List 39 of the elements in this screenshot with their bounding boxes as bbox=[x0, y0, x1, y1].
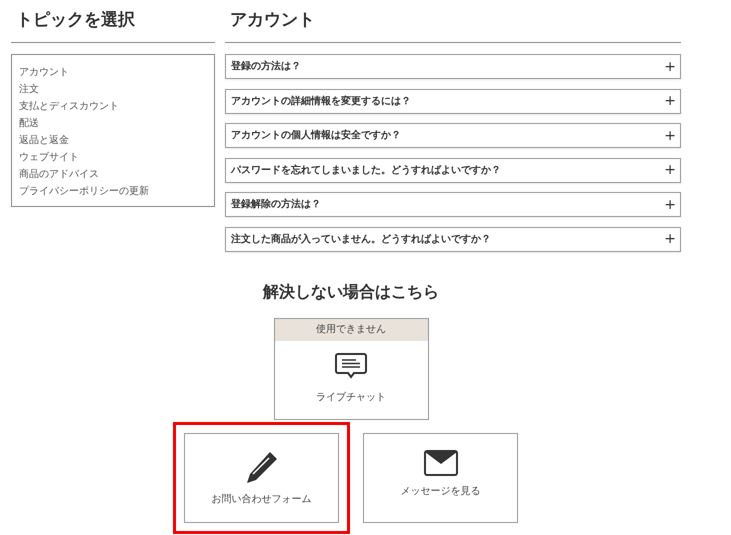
contact-option-card[interactable]: お問い合わせフォーム bbox=[184, 433, 339, 523]
section-heading: トピックを選択 bbox=[15, 9, 136, 32]
expand-icon: + bbox=[664, 128, 676, 142]
topic-link[interactable]: アカウント bbox=[19, 64, 69, 81]
topic-link[interactable]: 注文 bbox=[19, 81, 39, 98]
topic-link[interactable]: 支払とディスカウント bbox=[19, 98, 119, 115]
section-heading: アカウント bbox=[229, 9, 316, 32]
question-row[interactable]: 注文した商品が入っていません。どうすればよいですか？ + bbox=[225, 226, 681, 252]
topic-link[interactable]: 返品と返金 bbox=[19, 132, 69, 149]
expand-icon: + bbox=[664, 163, 676, 177]
expand-icon: + bbox=[664, 94, 676, 108]
chat-bubble-icon bbox=[335, 352, 367, 380]
option-label: メッセージを見る bbox=[400, 485, 480, 499]
expand-icon: + bbox=[664, 232, 676, 246]
question-row[interactable]: アカウントの詳細情報を変更するには？ + bbox=[225, 88, 681, 114]
topic-link[interactable]: 配送 bbox=[19, 115, 39, 132]
question-row[interactable]: 登録解除の方法は？ + bbox=[225, 192, 681, 217]
topic-link[interactable]: ウェブサイト bbox=[19, 149, 79, 166]
contact-option-card[interactable]: メッセージを見る bbox=[363, 433, 518, 523]
question-text: アカウントの個人情報は安全ですか？ bbox=[231, 128, 401, 143]
envelope-icon bbox=[424, 450, 458, 476]
contact-option-card[interactable]: 使用できません ライブチャット bbox=[274, 318, 428, 420]
status-banner: 使用できません bbox=[274, 319, 428, 341]
question-text: アカウントの詳細情報を変更するには？ bbox=[231, 94, 411, 108]
help-heading: 解決しない場合はこちら bbox=[262, 281, 440, 303]
question-row[interactable]: 登録の方法は？ + bbox=[225, 54, 681, 79]
question-row[interactable]: アカウントの個人情報は安全ですか？ + bbox=[225, 123, 681, 148]
option-label: ライブチャット bbox=[316, 390, 386, 405]
question-row[interactable]: パスワードを忘れてしまいました。どうすればよいですか？ + bbox=[225, 158, 681, 182]
question-text: 注文した商品が入っていません。どうすればよいですか？ bbox=[231, 232, 491, 246]
topic-link[interactable]: プライバシーポリシーの更新 bbox=[19, 183, 149, 200]
question-text: 登録の方法は？ bbox=[231, 59, 301, 74]
topic-link[interactable]: 商品のアドバイス bbox=[19, 166, 99, 183]
question-text: パスワードを忘れてしまいました。どうすればよいですか？ bbox=[231, 163, 501, 178]
expand-icon: + bbox=[664, 198, 676, 212]
pencil-icon bbox=[244, 450, 278, 484]
expand-icon: + bbox=[664, 60, 676, 74]
question-text: 登録解除の方法は？ bbox=[231, 197, 321, 212]
option-label: お問い合わせフォーム bbox=[212, 493, 312, 507]
